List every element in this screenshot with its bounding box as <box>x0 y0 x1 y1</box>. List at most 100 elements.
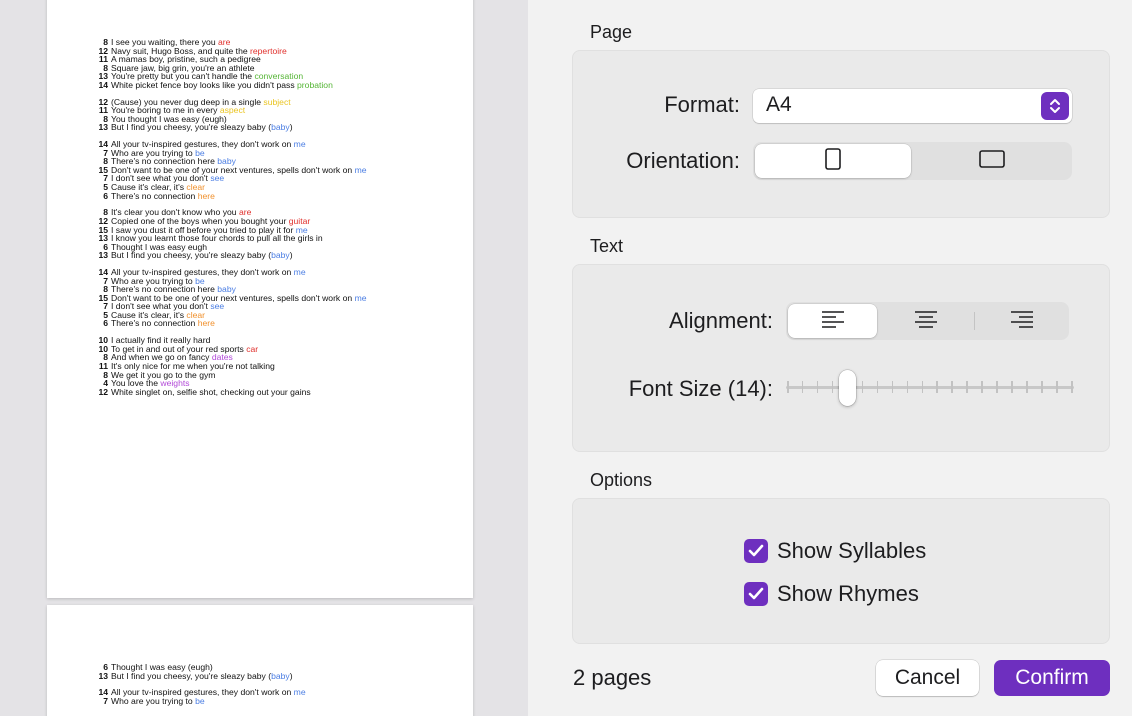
options-box <box>572 498 1110 644</box>
preview-page-2: 6 Thought I was easy (eugh) 13 But I find y… <box>47 605 473 716</box>
slider-tick <box>1071 381 1073 393</box>
lyric-stanza: 10 I actually find it really hard 10 To get… <box>97 336 473 396</box>
preview-page-1: 8I see you waiting, there you are 12 Navy … <box>47 0 473 598</box>
rhyme-word: baby <box>271 122 290 133</box>
lyric-line: 6 There's no connection here <box>97 319 473 328</box>
rhyme-word: baby <box>271 250 290 261</box>
rhyme-word: car <box>246 343 259 354</box>
slider-tick <box>1056 381 1058 393</box>
lyric-line: 13 But I find you cheesy, you're sleazy b… <box>97 251 473 260</box>
slider-tick <box>936 381 938 393</box>
rhyme-word: me <box>354 164 367 175</box>
lyric-text: But I find you cheesy, you're sleazy bab… <box>111 670 272 681</box>
align-center-option[interactable] <box>881 304 971 338</box>
rhyme-word: subject <box>263 96 291 107</box>
checkmark-icon <box>744 582 768 606</box>
slider-track <box>786 386 1074 389</box>
lyric-stanza: 6 Thought I was easy (eugh) 13 But I find y… <box>97 663 473 680</box>
slider-tick <box>801 381 804 393</box>
lyric-text: There's no connection <box>111 318 198 329</box>
landscape-page-icon <box>978 149 1005 173</box>
text-section-title: Text <box>590 236 624 256</box>
syllable-count: 14 <box>98 79 108 90</box>
slider-tick <box>891 381 894 393</box>
orientation-landscape-option[interactable] <box>913 144 1070 178</box>
slider-tick <box>981 381 983 393</box>
show-rhymes-checkbox[interactable]: Show Rhymes <box>744 581 919 607</box>
text-settings-box <box>572 264 1110 452</box>
portrait-page-icon <box>825 147 841 175</box>
lyric-stanza: 12 (Cause) you never dug deep in a single… <box>97 96 473 132</box>
slider-tick <box>1041 381 1043 393</box>
syllable-count: 13 <box>98 670 108 681</box>
rhyme-word: be <box>195 696 205 707</box>
print-preview: 8I see you waiting, there you are 12 Navy … <box>0 0 528 716</box>
lyric-stanza: 8 It's clear you don't know who you are 12… <box>97 208 473 259</box>
rhyme-word: me <box>354 292 367 303</box>
chevron-up-down-icon <box>1041 92 1069 120</box>
slider-tick <box>816 381 819 393</box>
slider-tick <box>876 381 879 393</box>
show-rhymes-label: Show Rhymes <box>777 581 919 606</box>
slider-tick <box>831 381 834 393</box>
lyric-text-suffix: ) <box>289 250 293 261</box>
lyric-line: 13 But I find you cheesy, you're sleazy b… <box>97 123 473 132</box>
slider-tick <box>906 381 909 393</box>
format-select-value: A4 <box>766 93 792 116</box>
options-section-title: Options <box>590 470 653 490</box>
font-size-slider[interactable] <box>786 370 1074 406</box>
align-right-option[interactable] <box>977 304 1067 338</box>
rhyme-word: probation <box>297 79 333 90</box>
lyric-line: 14 White picket fence boy looks like you … <box>97 79 473 90</box>
alignment-label: Alignment: <box>669 308 773 333</box>
syllable-count: 13 <box>98 122 108 133</box>
lyric-text: Who are you trying to <box>111 696 196 707</box>
rhyme-word: see <box>210 173 225 184</box>
slider-tick <box>1026 381 1028 393</box>
slider-tick <box>921 381 924 393</box>
syllable-count: 6 <box>103 190 108 201</box>
checkmark-icon <box>744 539 768 563</box>
syllable-count: 12 <box>98 386 108 397</box>
format-label: Format: <box>664 92 740 117</box>
lyric-stanza: 14 All your tv-inspired gestures, they do… <box>97 688 473 705</box>
settings-panel: Page Format: A4 Orientation: Text Alignm… <box>528 0 1132 716</box>
segment-divider <box>974 312 975 330</box>
slider-tick <box>951 381 953 393</box>
slider-knob[interactable] <box>838 370 856 406</box>
lyric-line: 13 But I find you cheesy, you're sleazy b… <box>97 670 473 681</box>
page-settings-box <box>572 50 1110 218</box>
cancel-button[interactable]: Cancel <box>876 660 979 696</box>
lyric-text: But I find you cheesy, you're sleazy bab… <box>111 122 272 133</box>
lyric-stanza: 14 All your tv-inspired gestures, they do… <box>97 268 473 328</box>
rhyme-word: see <box>210 301 225 312</box>
slider-tick <box>861 381 864 393</box>
alignment-segmented-control <box>786 302 1069 340</box>
lyric-text-suffix: ) <box>289 670 293 681</box>
orientation-segmented-control <box>753 142 1072 180</box>
syllable-count: 6 <box>103 318 108 329</box>
rhyme-word: here <box>197 190 215 201</box>
format-select[interactable]: A4 <box>753 89 1072 123</box>
show-syllables-checkbox[interactable]: Show Syllables <box>744 538 926 564</box>
confirm-button[interactable]: Confirm <box>994 660 1110 696</box>
lyric-text: There's no connection <box>111 190 198 201</box>
rhyme-word: me <box>293 267 306 278</box>
syllable-count: 13 <box>98 250 108 261</box>
page-section-title: Page <box>590 22 633 42</box>
lyric-line: 6 There's no connection here <box>97 190 473 201</box>
orientation-portrait-option[interactable] <box>755 144 911 178</box>
lyric-text-suffix: ) <box>289 122 293 133</box>
lyric-text: White singlet on, selfie shot, checking … <box>111 386 311 397</box>
slider-tick <box>1011 381 1013 393</box>
rhyme-word: me <box>293 139 306 150</box>
align-right-icon <box>1010 310 1034 333</box>
lyric-text: But I find you cheesy, you're sleazy bab… <box>111 250 272 261</box>
font-size-label: Font Size (14): <box>628 376 773 401</box>
lyric-text: White picket fence boy looks like you di… <box>111 79 298 90</box>
page-count: 2 pages <box>573 665 652 690</box>
slider-tick <box>996 381 998 393</box>
lyric-stanza: 8I see you waiting, there you are 12 Navy … <box>97 38 473 89</box>
align-left-icon <box>821 310 845 333</box>
align-left-option[interactable] <box>788 304 877 338</box>
